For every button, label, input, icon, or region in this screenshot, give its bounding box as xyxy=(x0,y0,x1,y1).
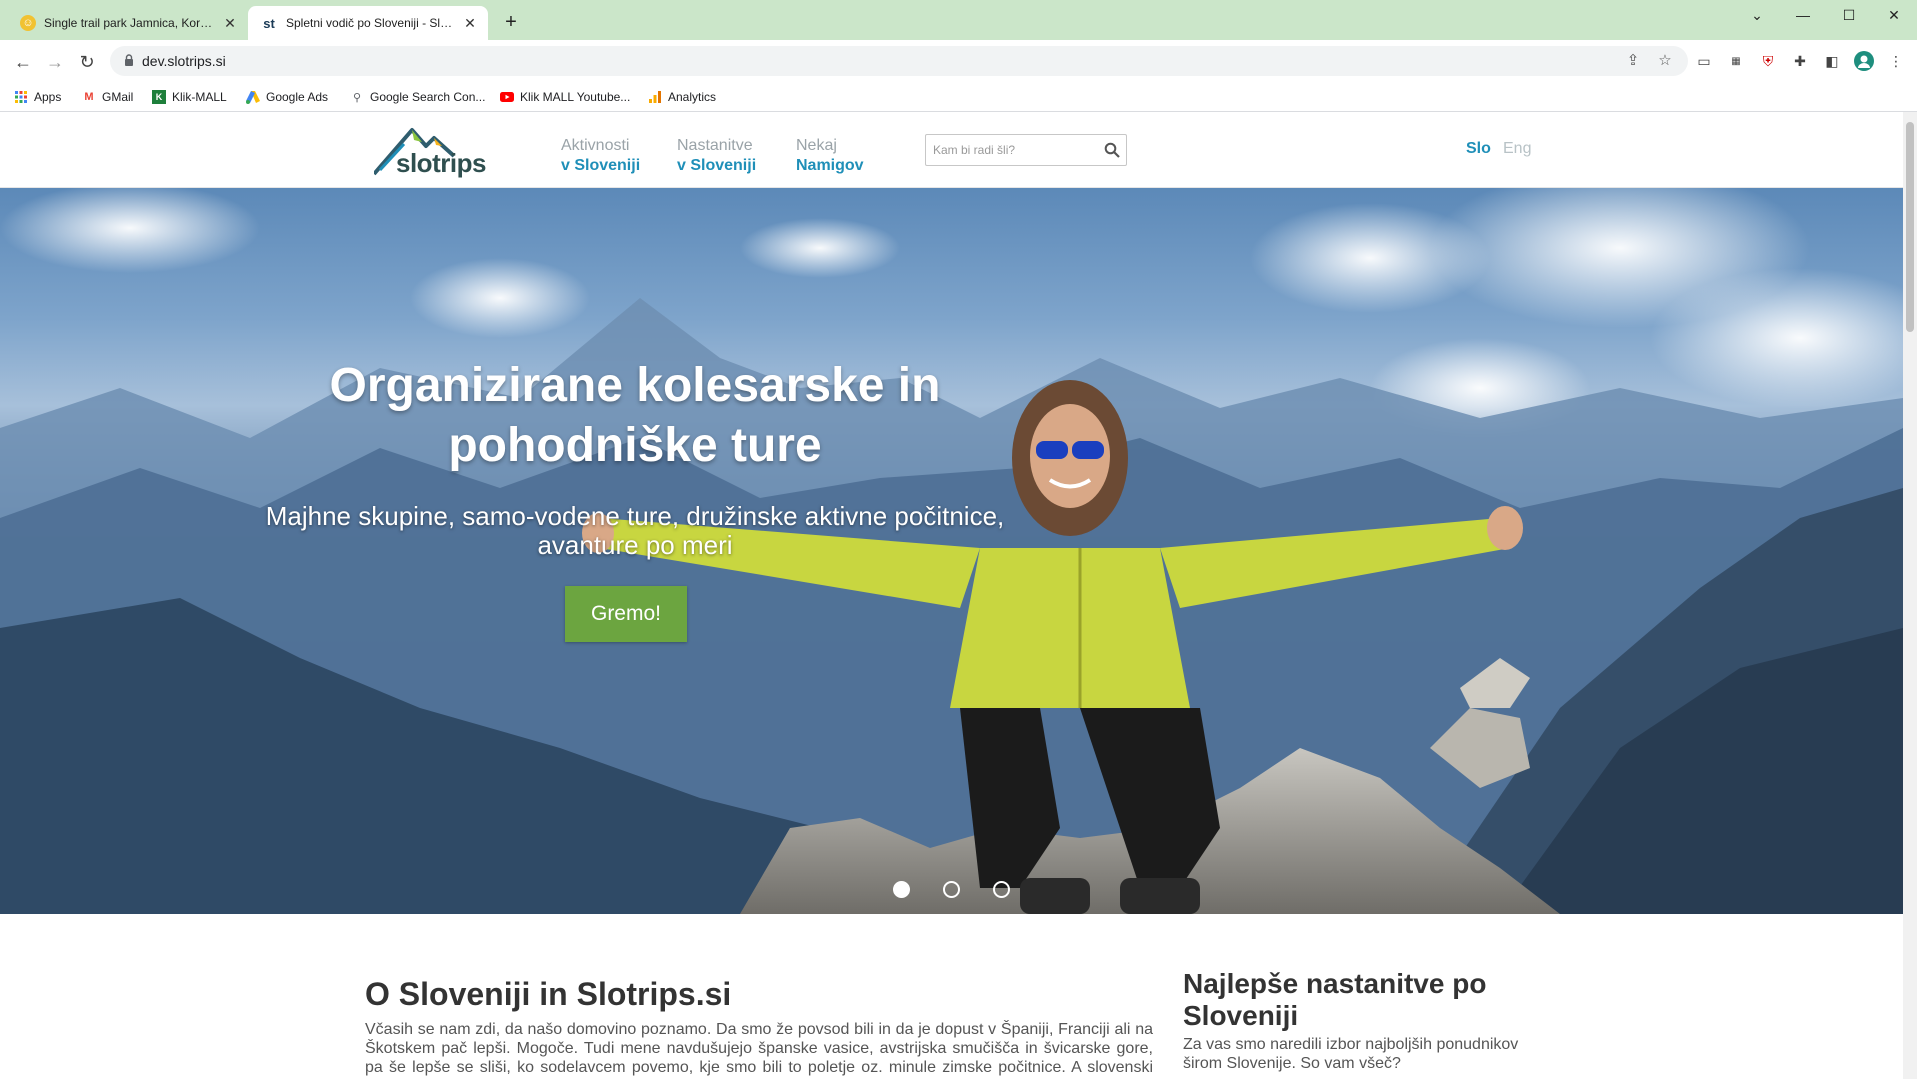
bookmark-youtube[interactable]: Klik MALL Youtube... xyxy=(500,82,630,112)
hero-subtitle: Majhne skupine, samo-vodene ture, družin… xyxy=(265,501,1005,560)
slotrips-favicon-icon: st xyxy=(263,15,275,31)
page-scrollbar[interactable] xyxy=(1903,112,1917,1079)
analytics-icon xyxy=(648,90,662,104)
slider-dot-2[interactable] xyxy=(943,881,960,898)
lang-slo-link[interactable]: Slo xyxy=(1466,140,1491,158)
hero-slider: Organizirane kolesarske in pohodniške tu… xyxy=(0,188,1903,914)
new-tab-button[interactable]: + xyxy=(500,12,522,34)
reload-icon[interactable]: ↻ xyxy=(74,49,100,75)
close-window-button[interactable]: ✕ xyxy=(1871,0,1917,30)
minimize-button[interactable]: — xyxy=(1780,0,1826,30)
browser-tab-slotrips[interactable]: st Spletni vodič po Sloveniji - Slotrips… xyxy=(248,6,488,40)
search-input[interactable] xyxy=(926,135,1096,165)
accommodation-heading: Najlepše nastanitve po Sloveniji xyxy=(1183,968,1487,1031)
slotrips-logo[interactable]: slotrips xyxy=(374,126,500,178)
extensions-puzzle-icon[interactable]: ✚ xyxy=(1790,51,1810,71)
bookmarks-bar: Apps M GMail K Klik-MALL Google Ads ⚲ Go… xyxy=(0,82,1917,112)
nav-nastanitve[interactable]: Nastanitve v Sloveniji xyxy=(677,136,756,176)
back-arrow-icon[interactable]: ← xyxy=(10,49,36,75)
menu-kebab-icon[interactable]: ⋮ xyxy=(1886,51,1906,71)
nav-aktivnosti[interactable]: Aktivnosti v Sloveniji xyxy=(561,136,640,176)
bookmark-star-icon[interactable]: ☆ xyxy=(1656,52,1674,70)
tab-title: Single trail park Jamnica, Koroška xyxy=(44,16,216,30)
close-tab-icon[interactable]: ✕ xyxy=(222,15,238,32)
profile-avatar[interactable] xyxy=(1854,51,1874,71)
shield-extension-icon[interactable]: ⛨ xyxy=(1758,51,1778,71)
bookmark-gmail[interactable]: M GMail xyxy=(82,82,133,112)
gremo-button[interactable]: Gremo! xyxy=(565,586,687,642)
side-panel-icon[interactable]: ◧ xyxy=(1822,51,1842,71)
smiley-favicon-icon: ☺ xyxy=(20,15,36,31)
content-section: O Sloveniji in Slotrips.si Včasih se nam… xyxy=(0,914,1903,1079)
apps-grid-icon xyxy=(14,90,28,104)
browser-toolbar: ← → ↻ dev.slotrips.si ⇪ ☆ ▭ ▦ ⛨ ✚ ◧ ⋮ xyxy=(0,40,1917,82)
scrollbar-thumb[interactable] xyxy=(1906,122,1914,332)
browser-tab-jamnica[interactable]: ☺ Single trail park Jamnica, Koroška ✕ xyxy=(8,6,248,40)
maximize-button[interactable]: ☐ xyxy=(1826,0,1872,30)
address-bar[interactable]: dev.slotrips.si ⇪ ☆ xyxy=(110,46,1688,76)
browser-tabstrip: ☺ Single trail park Jamnica, Koroška ✕ s… xyxy=(0,0,1917,40)
bookmark-klik-mall[interactable]: K Klik-MALL xyxy=(152,82,227,112)
tab-search-chevron-icon[interactable]: ⌄ xyxy=(1734,0,1780,30)
bookmark-search-console[interactable]: ⚲ Google Search Con... xyxy=(350,82,485,112)
url-text: dev.slotrips.si xyxy=(142,53,226,69)
about-text: Včasih se nam zdi, da našo domovino pozn… xyxy=(365,1021,1153,1079)
tab-title: Spletni vodič po Sloveniji - Slotrips xyxy=(286,16,456,30)
accommodation-text: Za vas smo naredili izbor najboljših pon… xyxy=(1183,1036,1519,1072)
lock-icon xyxy=(125,54,133,66)
search-console-icon: ⚲ xyxy=(352,91,362,104)
nav-namigi[interactable]: Nekaj Namigov xyxy=(796,136,864,176)
web-page: slotrips Aktivnosti v Sloveniji Nastanit… xyxy=(0,112,1903,1079)
google-ads-icon xyxy=(246,90,260,104)
slider-dot-1[interactable] xyxy=(893,881,910,898)
bookmark-google-ads[interactable]: Google Ads xyxy=(246,82,328,112)
brand-wordmark: slotrips xyxy=(396,148,486,178)
share-icon[interactable]: ⇪ xyxy=(1624,52,1642,70)
close-tab-icon[interactable]: ✕ xyxy=(462,15,478,32)
about-heading: O Sloveniji in Slotrips.si xyxy=(365,976,732,1012)
klik-mall-icon: K xyxy=(152,90,166,104)
site-header: slotrips Aktivnosti v Sloveniji Nastanit… xyxy=(0,112,1903,188)
site-search xyxy=(925,134,1127,166)
lang-eng-link[interactable]: Eng xyxy=(1503,140,1531,158)
slider-dot-3[interactable] xyxy=(993,881,1010,898)
bookmark-apps[interactable]: Apps xyxy=(14,82,61,112)
news-extension-icon[interactable]: ▦ xyxy=(1726,51,1746,71)
youtube-icon xyxy=(500,90,514,104)
hero-title: Organizirane kolesarske in pohodniške tu… xyxy=(329,359,941,472)
cast-icon[interactable]: ▭ xyxy=(1694,51,1714,71)
bookmark-analytics[interactable]: Analytics xyxy=(648,82,716,112)
search-icon[interactable] xyxy=(1104,142,1120,158)
gmail-icon: M xyxy=(84,91,94,103)
forward-arrow-icon[interactable]: → xyxy=(42,49,68,75)
